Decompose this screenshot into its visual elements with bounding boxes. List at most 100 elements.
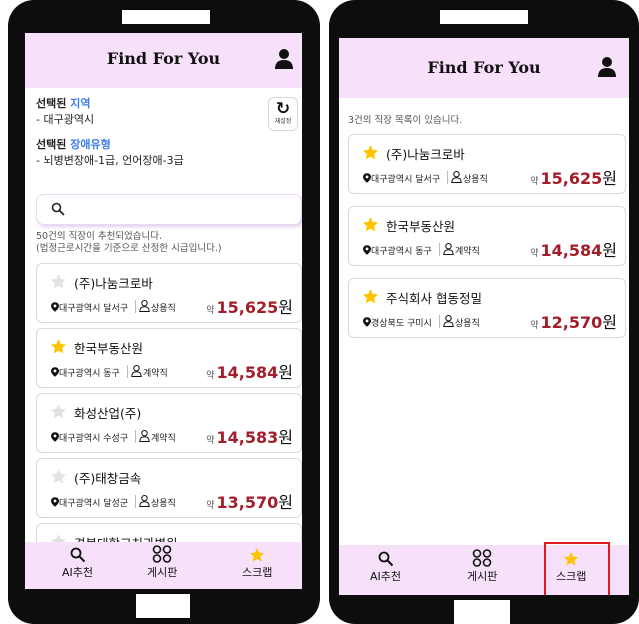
job-type: 상용직 bbox=[463, 175, 488, 185]
job-card[interactable]: 주식회사 협동정밀경상북도 구미시 상용직 약 12,570원 bbox=[348, 278, 626, 338]
phone-left: Find For You 선택된 지역 - 대구광역시 선택된 장애유형 - 뇌… bbox=[8, 0, 320, 624]
job-type: 상용직 bbox=[151, 304, 176, 314]
company-name: 한국부동산원 bbox=[74, 341, 144, 356]
reset-label: 재설정 bbox=[274, 118, 292, 125]
selected-region-value: - 대구광역시 bbox=[36, 113, 95, 126]
job-location: 경상북도 구미시 bbox=[371, 319, 432, 329]
location-pin-icon bbox=[51, 302, 59, 312]
app-title: Find For You bbox=[106, 49, 221, 68]
phone-home-button bbox=[136, 594, 190, 618]
selected-disability-value: - 뇌병변장애-1급, 언어장애-3급 bbox=[36, 154, 184, 167]
nav-ai-recommend[interactable]: AI추천 bbox=[62, 547, 93, 580]
star-icon[interactable] bbox=[50, 403, 67, 420]
location-pin-icon bbox=[363, 173, 371, 183]
grid-icon bbox=[472, 549, 492, 567]
screen-recommend: Find For You 선택된 지역 - 대구광역시 선택된 장애유형 - 뇌… bbox=[25, 33, 302, 589]
app-title: Find For You bbox=[427, 58, 541, 77]
job-card[interactable]: 화성산업(주) 대구광역시 수성구 계약직 약 14,583원 bbox=[36, 393, 302, 453]
divider bbox=[439, 315, 440, 328]
hourly-wage: 약 12,570원 bbox=[530, 313, 617, 332]
search-icon bbox=[51, 202, 65, 216]
hourly-wage: 약 15,625원 bbox=[530, 169, 617, 188]
job-type: 계약직 bbox=[151, 434, 176, 444]
person-icon bbox=[443, 243, 454, 255]
search-box[interactable] bbox=[36, 194, 302, 225]
nav-board[interactable]: 게시판 bbox=[147, 545, 177, 580]
company-name: (주)나눔크로바 bbox=[74, 276, 153, 291]
star-icon[interactable] bbox=[50, 273, 67, 290]
star-icon[interactable] bbox=[50, 338, 67, 355]
job-location: 대구광역시 동구 bbox=[371, 247, 432, 257]
job-location: 대구광역시 수성구 bbox=[59, 434, 129, 444]
grid-icon bbox=[152, 545, 172, 563]
company-name: 주식회사 협동정밀 bbox=[386, 291, 482, 306]
job-card[interactable]: 한국부동산원 대구광역시 동구 계약직 약 14,584원 bbox=[36, 328, 302, 388]
company-name: 화성산업(주) bbox=[74, 406, 142, 421]
job-card[interactable]: (주)나눔크로바대구광역시 달서구 상용직 약 15,625원 bbox=[348, 134, 626, 194]
location-pin-icon bbox=[363, 317, 371, 327]
job-type: 상용직 bbox=[151, 499, 176, 509]
star-icon bbox=[250, 548, 265, 562]
job-location: 대구광역시 달서구 bbox=[59, 304, 129, 314]
divider bbox=[127, 365, 128, 378]
person-icon bbox=[443, 315, 454, 327]
refresh-icon: ↻ bbox=[275, 99, 291, 119]
hourly-wage: 약 14,584원 bbox=[530, 241, 617, 260]
phone-speaker bbox=[122, 10, 210, 24]
hourly-wage: 약 15,625원 bbox=[206, 298, 293, 317]
job-card[interactable]: (주)태창금속대구광역시 달성군 상용직 약 13,570원 bbox=[36, 458, 302, 518]
reset-button[interactable]: ↻ 재설정 bbox=[268, 97, 298, 131]
job-location: 대구광역시 동구 bbox=[59, 369, 120, 379]
hourly-wage: 약 14,583원 bbox=[206, 428, 293, 447]
search-input[interactable] bbox=[73, 199, 293, 221]
result-count: 50건의 직장이 추천되었습니다. (법정근로시간을 기준으로 산정한 시급입니… bbox=[36, 231, 222, 254]
search-icon bbox=[70, 547, 85, 563]
divider bbox=[135, 495, 136, 508]
location-pin-icon bbox=[51, 367, 59, 377]
job-type: 계약직 bbox=[455, 247, 480, 257]
app-header: Find For You bbox=[339, 38, 629, 98]
divider bbox=[135, 300, 136, 313]
nav-ai-recommend[interactable]: AI추천 bbox=[370, 551, 401, 584]
selected-region: 선택된 지역 - 대구광역시 bbox=[36, 96, 94, 128]
scrap-highlight-box bbox=[544, 542, 610, 595]
phone-right: Find For You 3건의 직장 목록이 있습니다. (주)나눔크로바대구… bbox=[329, 0, 639, 624]
divider bbox=[135, 430, 136, 443]
job-location: 대구광역시 달성군 bbox=[59, 499, 129, 509]
job-location: 대구광역시 달서구 bbox=[371, 175, 441, 185]
scrap-count: 3건의 직장 목록이 있습니다. bbox=[348, 115, 463, 126]
person-icon bbox=[451, 171, 462, 183]
phone-home-button bbox=[454, 600, 510, 624]
divider bbox=[447, 171, 448, 184]
location-pin-icon bbox=[51, 497, 59, 507]
person-icon bbox=[139, 430, 150, 442]
job-card[interactable]: (주)나눔크로바대구광역시 달서구 상용직 약 15,625원 bbox=[36, 263, 302, 323]
star-icon[interactable] bbox=[362, 144, 379, 161]
star-icon[interactable] bbox=[362, 216, 379, 233]
star-icon[interactable] bbox=[50, 468, 67, 485]
divider bbox=[439, 243, 440, 256]
job-card[interactable]: 한국부동산원대구광역시 동구 계약직 약 14,584원 bbox=[348, 206, 626, 266]
company-name: 한국부동산원 bbox=[386, 219, 456, 234]
location-pin-icon bbox=[363, 245, 371, 255]
star-icon[interactable] bbox=[362, 288, 379, 305]
user-profile-icon[interactable] bbox=[597, 56, 617, 78]
person-icon bbox=[139, 495, 150, 507]
nav-board[interactable]: 게시판 bbox=[467, 549, 497, 584]
job-type: 계약직 bbox=[143, 369, 168, 379]
hourly-wage: 약 13,570원 bbox=[206, 493, 293, 512]
selected-disability: 선택된 장애유형 - 뇌병변장애-1급, 언어장애-3급 bbox=[36, 137, 184, 169]
phone-speaker bbox=[440, 10, 528, 24]
selected-disability-heading: 선택된 장애유형 bbox=[36, 138, 111, 151]
user-profile-icon[interactable] bbox=[274, 48, 294, 70]
person-icon bbox=[131, 365, 142, 377]
selected-region-heading: 선택된 지역 bbox=[36, 97, 91, 110]
location-pin-icon bbox=[51, 432, 59, 442]
company-name: (주)나눔크로바 bbox=[386, 147, 465, 162]
job-type: 상용직 bbox=[455, 319, 480, 329]
bottom-nav: AI추천 게시판 스크랩 bbox=[25, 542, 302, 589]
screen-scrap: Find For You 3건의 직장 목록이 있습니다. (주)나눔크로바대구… bbox=[339, 38, 629, 595]
nav-scrap[interactable]: 스크랩 bbox=[242, 547, 272, 580]
company-name: (주)태창금속 bbox=[74, 471, 142, 486]
app-header: Find For You bbox=[25, 33, 302, 88]
